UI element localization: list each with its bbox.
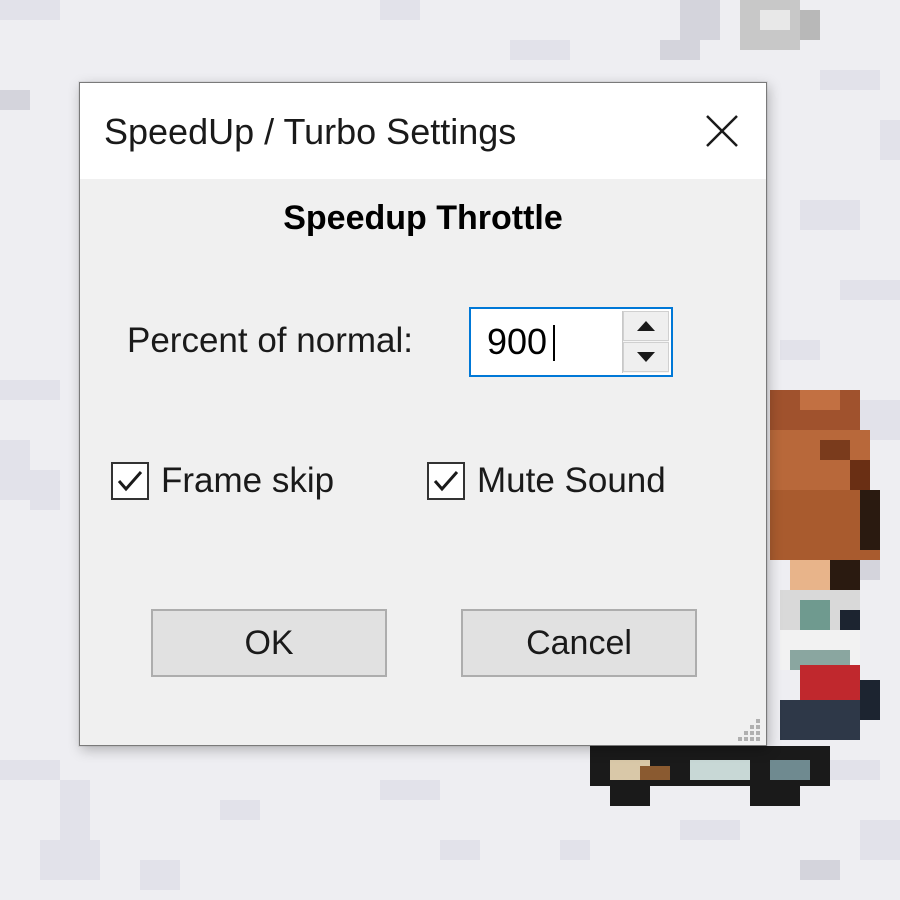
text-caret (553, 325, 555, 361)
spin-up-button[interactable] (623, 311, 669, 341)
resize-grip-icon[interactable] (736, 715, 762, 741)
cancel-button[interactable]: Cancel (461, 609, 697, 677)
close-button[interactable] (688, 97, 756, 165)
frame-skip-option[interactable]: Frame skip (111, 461, 334, 501)
triangle-up-icon (637, 321, 655, 331)
close-icon (706, 115, 738, 147)
speedup-settings-dialog: SpeedUp / Turbo Settings Speedup Throttl… (79, 82, 767, 746)
dialog-title: SpeedUp / Turbo Settings (104, 111, 517, 152)
mute-sound-checkbox[interactable] (427, 462, 465, 500)
percent-input[interactable] (471, 309, 621, 375)
percent-spinbox (469, 307, 673, 377)
spin-down-button[interactable] (623, 342, 669, 372)
checkmark-icon (433, 471, 459, 492)
frame-skip-label: Frame skip (161, 461, 335, 500)
percent-label: Percent of normal: (127, 321, 413, 360)
triangle-down-icon (637, 352, 655, 362)
checkmark-icon (117, 471, 143, 492)
title-bar[interactable]: SpeedUp / Turbo Settings (80, 83, 766, 179)
section-heading: Speedup Throttle (283, 199, 563, 237)
ok-button[interactable]: OK (151, 609, 387, 677)
mute-sound-option[interactable]: Mute Sound (427, 461, 666, 501)
spin-buttons (622, 311, 669, 373)
frame-skip-checkbox[interactable] (111, 462, 149, 500)
mute-sound-label: Mute Sound (477, 461, 666, 500)
